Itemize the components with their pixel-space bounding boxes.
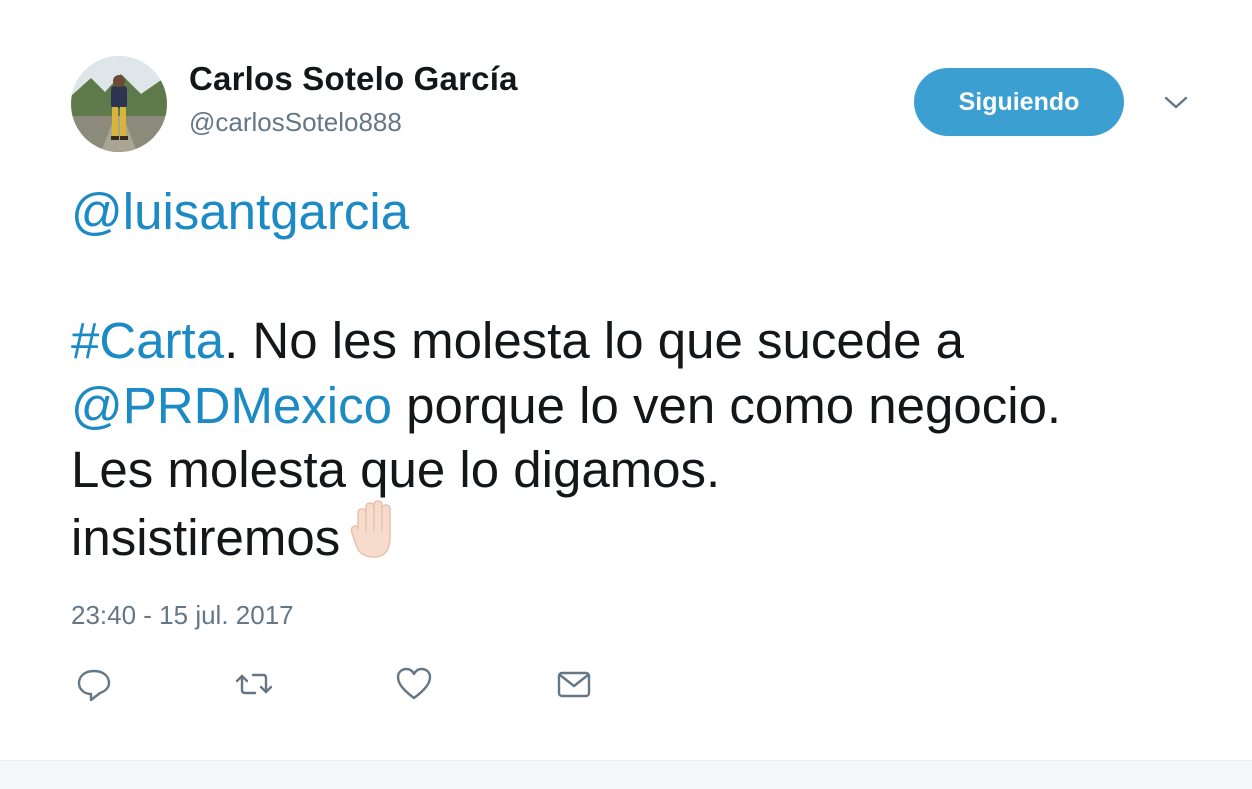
reply-icon[interactable] — [74, 664, 114, 704]
tweet-line-2: @PRDMexico porque lo ven como negocio. — [71, 374, 1211, 439]
raised-hand-emoji — [348, 499, 402, 577]
tweet-divider — [0, 760, 1252, 789]
heart-icon[interactable] — [394, 664, 434, 704]
chevron-down-icon[interactable] — [1160, 90, 1192, 114]
tweet-card: Carlos Sotelo García @carlosSotelo888 Si… — [0, 0, 1252, 760]
tweet-text-segment-1: . No les molesta lo que sucede a — [224, 312, 965, 369]
tweet-line-1: #Carta. No les molesta lo que sucede a — [71, 309, 1211, 374]
retweet-icon[interactable] — [234, 664, 274, 704]
tweet-text-segment-2: porque lo ven como negocio. — [392, 376, 1062, 434]
mention-link-luisantgarcia[interactable]: @luisantgarcia — [71, 183, 409, 240]
tweet-text-segment-4: insistiremos — [71, 508, 341, 566]
avatar[interactable] — [71, 56, 167, 152]
tweet-timestamp[interactable]: 23:40 - 15 jul. 2017 — [71, 600, 294, 631]
mention-link-prdmexico[interactable]: @PRDMexico — [71, 377, 392, 434]
tweet-line-mention: @luisantgarcia — [71, 180, 1211, 245]
envelope-icon[interactable] — [554, 664, 594, 704]
author-handle[interactable]: @carlosSotelo888 — [189, 107, 402, 138]
avatar-photo — [71, 56, 167, 152]
tweet-line-4: insistiremos — [71, 499, 1211, 581]
following-button[interactable]: Siguiendo — [914, 68, 1124, 136]
tweet-text: @luisantgarcia #Carta. No les molesta lo… — [71, 180, 1211, 580]
tweet-line-3: Les molesta que lo digamos. — [71, 441, 721, 498]
hashtag-link-carta[interactable]: #Carta — [71, 312, 224, 369]
author-display-name[interactable]: Carlos Sotelo García — [189, 60, 518, 98]
